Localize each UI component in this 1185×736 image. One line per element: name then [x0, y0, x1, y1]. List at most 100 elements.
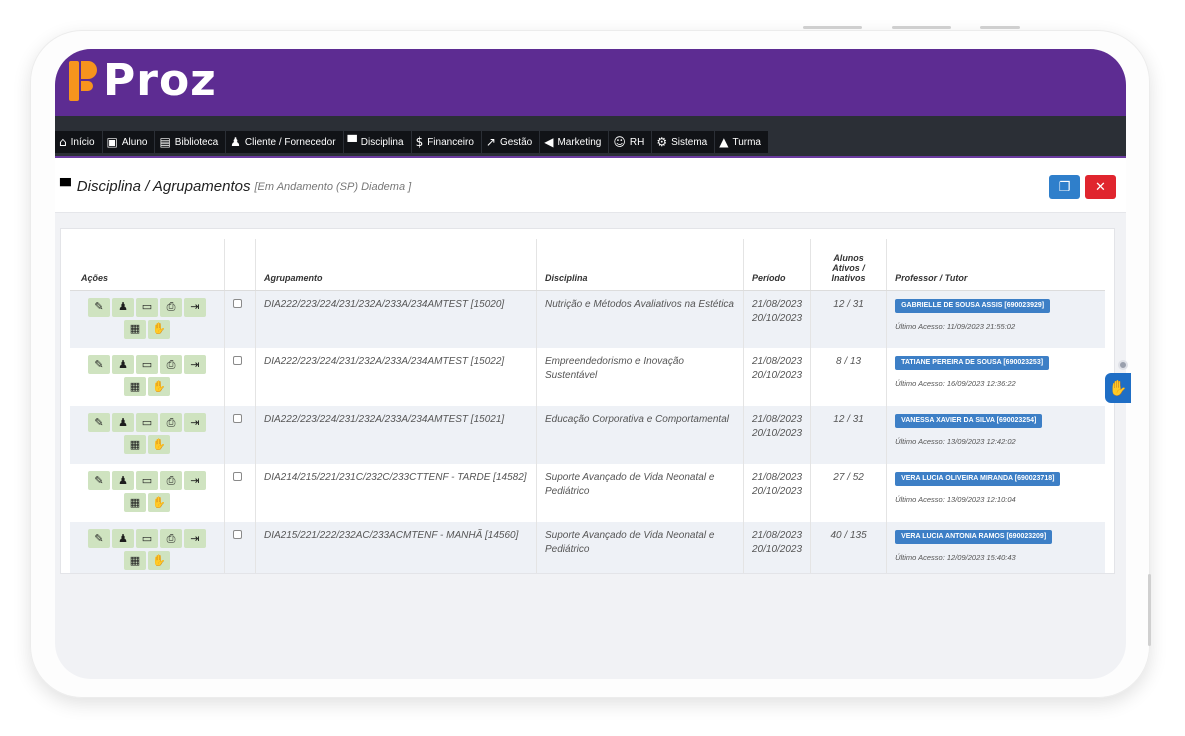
print-action-button[interactable]: ⎙	[160, 297, 182, 317]
users-action-button[interactable]: ♟	[112, 529, 134, 548]
row-checkbox[interactable]	[233, 530, 242, 539]
row-teacher: VANESSA XAVIER DA SILVA [690023254] Últim…	[886, 406, 1105, 464]
users-action-button[interactable]: ♟	[112, 355, 134, 374]
nav-item-cliente-fornecedor[interactable]: ♟ Cliente / Fornecedor	[226, 131, 343, 153]
nav-item-biblioteca[interactable]: ▤ Biblioteca	[155, 131, 226, 153]
monitor-action-button[interactable]: ▭	[136, 413, 158, 432]
nav-item-rh[interactable]: ☺ RH	[609, 131, 652, 153]
hand-action-button[interactable]: ✋	[148, 319, 170, 339]
users-icon: ♟	[118, 531, 128, 545]
libras-accessibility-button[interactable]: ✋	[1105, 373, 1131, 403]
col-actions: Ações	[70, 239, 225, 291]
users-action-button[interactable]: ♟	[112, 471, 134, 490]
monitor-icon: ▭	[141, 473, 153, 487]
edit-action-button[interactable]: ✎	[88, 413, 110, 432]
last-access: Último Acesso: 13/09/2023 12:10:04	[895, 495, 1016, 504]
export-action-button[interactable]: ⇥	[184, 297, 206, 317]
print-action-button[interactable]: ⎙	[160, 529, 182, 548]
col-teacher[interactable]: Professor / Tutor	[886, 239, 1105, 291]
hand-action-button[interactable]: ✋	[148, 435, 170, 454]
col-period[interactable]: Período	[742, 239, 811, 291]
id-card-icon: ▣	[106, 135, 118, 149]
export-action-button[interactable]: ⇥	[184, 413, 206, 432]
nav-item-label: Gestão	[499, 136, 533, 148]
row-checkbox[interactable]	[233, 414, 242, 423]
calendar-icon: ▦	[129, 437, 141, 451]
nav-item-in-cio[interactable]: ⌂ Início	[55, 131, 102, 153]
period-start: 21/08/2023	[752, 356, 803, 367]
groups-table: Ações Agrupamento Disciplina Período Alu…	[70, 239, 1105, 573]
monitor-action-button[interactable]: ▭	[136, 529, 158, 548]
print-action-button[interactable]: ⎙	[160, 355, 182, 374]
edit-action-button[interactable]: ✎	[88, 529, 110, 548]
teacher-badge[interactable]: VANESSA XAVIER DA SILVA [690023254]	[895, 414, 1043, 428]
row-checkbox[interactable]	[233, 472, 242, 481]
teacher-badge[interactable]: TATIANE PEREIRA DE SOUSA [690023253]	[895, 356, 1050, 370]
teacher-badge[interactable]: VERA LUCIA ANTONIA RAMOS [690023209]	[895, 530, 1053, 544]
teacher-badge[interactable]: VERA LUCIA OLIVEIRA MIRANDA [690023718]	[895, 472, 1061, 486]
print-action-button[interactable]: ⎙	[160, 413, 182, 432]
nav-item-label: RH	[629, 136, 645, 148]
nav-item-gest-o[interactable]: ↗ Gestão	[481, 131, 540, 153]
users-action-button[interactable]: ♟	[112, 413, 134, 432]
calendar-icon: ▦	[129, 495, 141, 509]
export-action-button[interactable]: ⇥	[184, 471, 206, 490]
edit-action-button[interactable]: ✎	[88, 471, 110, 490]
calendar-action-button[interactable]: ▦	[124, 377, 146, 396]
row-teacher: VERA LUCIA OLIVEIRA MIRANDA [690023718] Ú…	[886, 464, 1105, 522]
print-action-button[interactable]: ⎙	[160, 471, 182, 490]
period-end: 20/10/2023	[752, 428, 803, 439]
hand-action-button[interactable]: ✋	[148, 377, 170, 396]
row-teacher: TATIANE PEREIRA DE SOUSA [690023253] Últi…	[886, 348, 1105, 406]
export-action-button[interactable]: ⇥	[184, 355, 206, 374]
copy-button[interactable]: ❐	[1049, 175, 1080, 199]
row-teacher: GABRIELLE DE SOUSA ASSIS [690023929] Últi…	[886, 290, 1105, 348]
period-end: 20/10/2023	[752, 486, 803, 497]
calendar-action-button[interactable]: ▦	[124, 319, 146, 339]
row-group: DIA222/223/224/231/232A/233A/234AMTEST […	[255, 406, 537, 464]
nav-item-sistema[interactable]: ⚙ Sistema	[652, 131, 715, 153]
nav-item-marketing[interactable]: ◀ Marketing	[540, 131, 609, 153]
dollar-icon: $	[415, 135, 424, 149]
calendar-action-button[interactable]: ▦	[124, 435, 146, 454]
monitor-action-button[interactable]: ▭	[136, 471, 158, 490]
nav-item-turma[interactable]: ▲ Turma	[715, 131, 768, 153]
nav-item-label: Início	[70, 136, 95, 148]
col-group[interactable]: Agrupamento	[255, 239, 537, 291]
proz-logo[interactable]: Proz	[69, 59, 217, 103]
edit-action-button[interactable]: ✎	[88, 355, 110, 374]
nav-item-label: Biblioteca	[174, 136, 219, 148]
hand-action-button[interactable]: ✋	[148, 551, 170, 570]
row-period: 21/08/2023 20/10/2023	[742, 348, 811, 406]
nav-item-disciplina[interactable]: ▀ Disciplina	[343, 131, 411, 153]
col-students[interactable]: Alunos Ativos / Inativos	[810, 239, 887, 291]
monitor-icon: ▭	[141, 357, 153, 371]
row-actions: ✎ ♟ ▭ ⎙ ⇥ ▦ ✋	[70, 522, 225, 573]
home-icon: ⌂	[59, 135, 67, 149]
row-checkbox[interactable]	[233, 298, 242, 308]
print-icon: ⎙	[166, 473, 176, 487]
teacher-badge[interactable]: GABRIELLE DE SOUSA ASSIS [690023929]	[895, 298, 1051, 313]
users-icon: ♟	[118, 357, 128, 371]
row-period: 21/08/2023 20/10/2023	[742, 464, 811, 522]
edit-icon: ✎	[94, 531, 104, 545]
monitor-action-button[interactable]: ▭	[136, 355, 158, 374]
hardware-button	[892, 26, 951, 29]
row-checkbox[interactable]	[233, 356, 242, 365]
close-button[interactable]: ✕	[1085, 175, 1116, 199]
nav-item-aluno[interactable]: ▣ Aluno	[102, 131, 155, 153]
calendar-icon: ▦	[129, 322, 141, 335]
hand-action-button[interactable]: ✋	[148, 493, 170, 512]
export-action-button[interactable]: ⇥	[184, 529, 206, 548]
hardware-button	[980, 26, 1020, 29]
table-row: ✎ ♟ ▭ ⎙ ⇥ ▦ ✋ DIA215/221/222/232AC/233ACMTENF -…	[70, 522, 1105, 573]
monitor-action-button[interactable]: ▭	[136, 297, 158, 317]
calendar-action-button[interactable]: ▦	[124, 551, 146, 570]
scroll-indicator[interactable]	[1118, 360, 1128, 370]
users-action-button[interactable]: ♟	[112, 297, 134, 317]
edit-action-button[interactable]: ✎	[88, 297, 110, 317]
col-subject[interactable]: Disciplina	[536, 239, 744, 291]
calendar-action-button[interactable]: ▦	[124, 493, 146, 512]
row-group: DIA214/215/221/231C/232C/233CTTENF - TAR…	[255, 464, 537, 522]
nav-item-financeiro[interactable]: $ Financeiro	[411, 131, 481, 153]
